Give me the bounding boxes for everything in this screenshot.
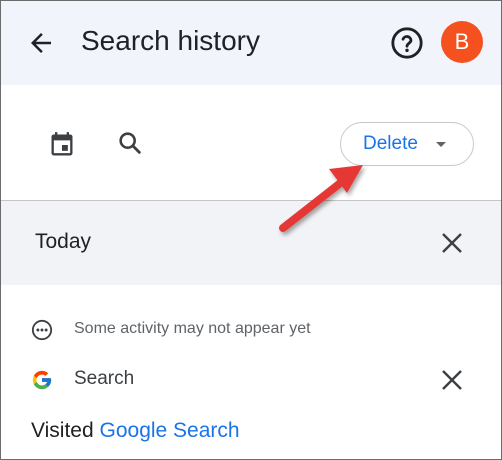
search-button[interactable] [113,126,147,160]
more-horiz-circle-icon [31,319,53,341]
chevron-down-icon [435,141,446,147]
app-frame: Search history B Delete Today Some activ… [0,0,502,460]
google-logo-icon [32,370,52,390]
visited-prefix: Visited [31,419,94,442]
account-avatar[interactable]: B [441,21,483,63]
delete-item-button[interactable] [437,365,467,395]
back-button[interactable] [23,25,59,61]
calendar-icon [51,132,73,156]
visited-line: Visited Google Search [31,419,240,443]
filter-toolbar: Delete [1,85,501,200]
day-header: Today [1,201,501,285]
date-filter-button[interactable] [45,128,79,162]
close-icon [442,370,462,390]
arrow-left-icon [31,33,51,53]
day-title: Today [35,230,92,253]
close-icon [442,233,462,253]
visited-link[interactable]: Google Search [100,419,240,442]
page-title: Search history [81,25,260,56]
delete-dropdown-button[interactable]: Delete [340,122,474,166]
search-icon [119,132,141,154]
delete-label: Delete [363,133,418,154]
top-app-bar: Search history B [1,1,501,85]
activity-item-title: Search [74,368,135,389]
delete-day-button[interactable] [437,228,467,258]
help-button[interactable] [389,25,425,61]
help-icon [391,27,423,59]
activity-notice: Some activity may not appear yet [74,320,311,337]
